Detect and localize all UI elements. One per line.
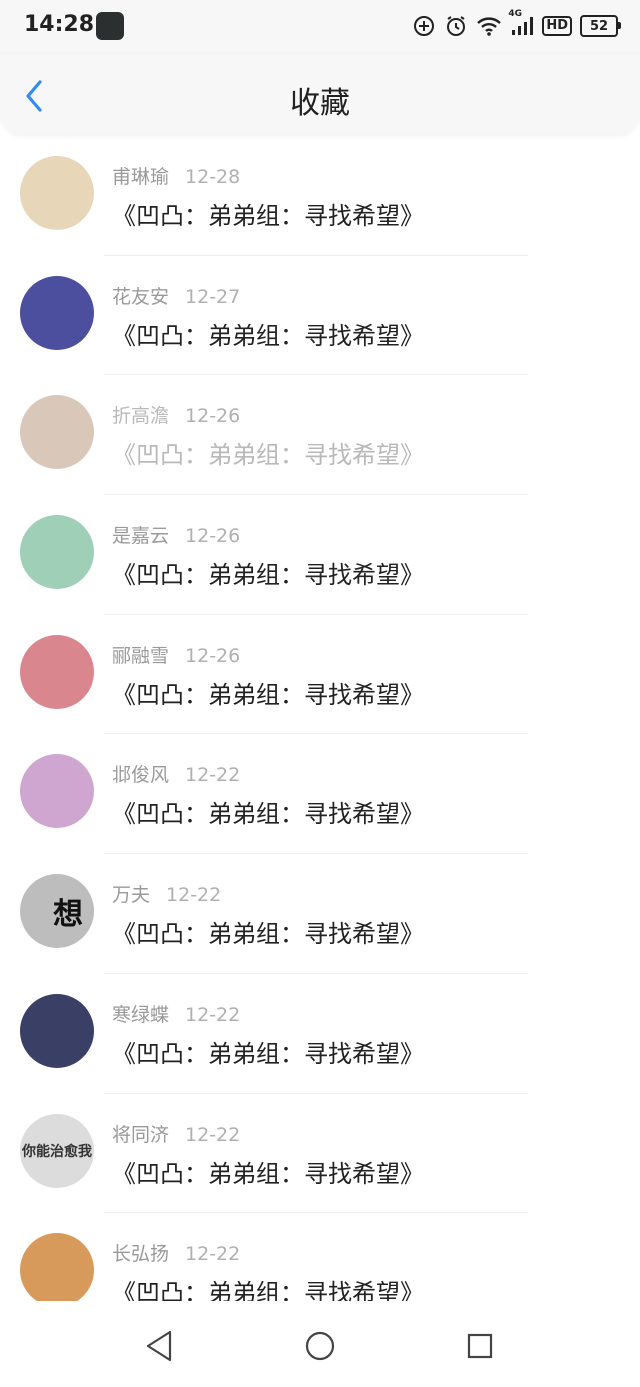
date-label: 12-22 [185, 1123, 241, 1146]
author-name: 将同济 [112, 1123, 170, 1146]
avatar-text: 你能治愈我 [22, 1143, 92, 1160]
status-bar: 14:28 4G HD 52 [0, 0, 640, 54]
avatar[interactable] [20, 993, 94, 1068]
author-name: 是嘉云 [112, 525, 170, 548]
nav-bar: 收藏 [0, 54, 640, 134]
author-name: 寒绿蝶 [112, 1003, 170, 1026]
item-title: 《凹凸：弟弟组：寻找希望》 [112, 800, 424, 829]
avatar-text: 想 [53, 897, 83, 933]
author-name: 长弘扬 [112, 1243, 170, 1266]
date-label: 12-22 [185, 764, 241, 787]
date-label: 12-22 [166, 884, 222, 907]
back-nav-button[interactable] [140, 1326, 180, 1366]
list-item[interactable]: 甫琳瑜 12-28 《凹凸：弟弟组：寻找希望》 [0, 136, 640, 256]
hd-badge: HD [542, 16, 572, 36]
list-item[interactable]: 寒绿蝶 12-22 《凹凸：弟弟组：寻找希望》 [0, 974, 640, 1094]
item-title: 《凹凸：弟弟组：寻找希望》 [112, 1039, 424, 1068]
avatar[interactable]: 你能治愈我 [20, 1113, 94, 1188]
signal-icon: 4G [508, 9, 534, 37]
item-title: 《凹凸：弟弟组：寻找希望》 [112, 680, 424, 709]
item-title: 《凹凸：弟弟组：寻找希望》 [112, 561, 424, 590]
avatar[interactable] [20, 156, 94, 230]
list-item[interactable]: 是嘉云 12-26 《凹凸：弟弟组：寻找希望》 [0, 495, 640, 615]
item-title: 《凹凸：弟弟组：寻找希望》 [112, 1279, 424, 1301]
author-name: 甫琳瑜 [112, 166, 170, 188]
date-label: 12-26 [185, 405, 241, 428]
avatar[interactable] [20, 1233, 94, 1301]
list-item[interactable]: 邶俊风 12-22 《凹凸：弟弟组：寻找希望》 [0, 734, 640, 855]
item-title: 《凹凸：弟弟组：寻找希望》 [112, 321, 424, 350]
date-label: 12-22 [185, 1243, 241, 1266]
triangle-back-icon [146, 1330, 172, 1362]
item-title: 《凹凸：弟弟组：寻找希望》 [112, 441, 424, 470]
page-title: 收藏 [290, 86, 350, 121]
date-label: 12-22 [185, 1003, 241, 1026]
avatar[interactable] [20, 515, 94, 590]
avatar[interactable] [20, 754, 94, 829]
date-label: 12-27 [185, 285, 241, 308]
author-name: 郦融雪 [112, 644, 170, 667]
avatar[interactable] [20, 275, 94, 350]
network-type-label: 4G [508, 9, 522, 19]
item-title: 《凹凸：弟弟组：寻找希望》 [112, 202, 424, 230]
square-recents-icon [467, 1333, 493, 1359]
circle-home-icon [305, 1331, 335, 1361]
item-title: 《凹凸：弟弟组：寻找希望》 [112, 1159, 424, 1188]
status-icons: 4G HD 52 [412, 9, 621, 40]
battery-level: 52 [589, 18, 609, 34]
status-time: 14:28 [24, 12, 95, 37]
author-name: 邶俊风 [112, 764, 170, 787]
wifi-icon [476, 15, 502, 37]
list-item[interactable]: 郦融雪 12-26 《凹凸：弟弟组：寻找希望》 [0, 615, 640, 735]
author-name: 花友安 [112, 285, 170, 308]
alarm-icon [444, 14, 468, 38]
item-title: 《凹凸：弟弟组：寻找希望》 [112, 920, 424, 949]
favorites-list: 甫琳瑜 12-28 《凹凸：弟弟组：寻找希望》 花友安 12-27 《凹凸：弟弟组：… [0, 136, 640, 1301]
system-nav-bar [0, 1302, 640, 1387]
list-item[interactable]: 想 万夫 12-22 《凹凸：弟弟组：寻找希望》 [0, 854, 640, 974]
home-nav-button[interactable] [300, 1326, 340, 1366]
author-name: 万夫 [112, 884, 151, 907]
list-item[interactable]: 长弘扬 12-22 《凹凸：弟弟组：寻找希望》 [0, 1213, 640, 1301]
date-label: 12-26 [185, 525, 241, 548]
app-notification-icon [96, 12, 124, 40]
battery-icon: 52 [580, 15, 621, 37]
recents-nav-button[interactable] [460, 1326, 500, 1366]
list-item[interactable]: 花友安 12-27 《凹凸：弟弟组：寻找希望》 [0, 256, 640, 376]
avatar[interactable]: 想 [20, 874, 94, 949]
list-item[interactable]: 你能治愈我 将同济 12-22 《凹凸：弟弟组：寻找希望》 [0, 1094, 640, 1214]
date-label: 12-28 [185, 166, 241, 188]
avatar[interactable] [20, 395, 94, 470]
list-item[interactable]: 折高澹 12-26 《凹凸：弟弟组：寻找希望》 [0, 375, 640, 496]
date-label: 12-26 [185, 644, 241, 667]
avatar[interactable] [20, 634, 94, 709]
author-name: 折高澹 [112, 405, 170, 428]
add-circle-icon [412, 14, 436, 38]
